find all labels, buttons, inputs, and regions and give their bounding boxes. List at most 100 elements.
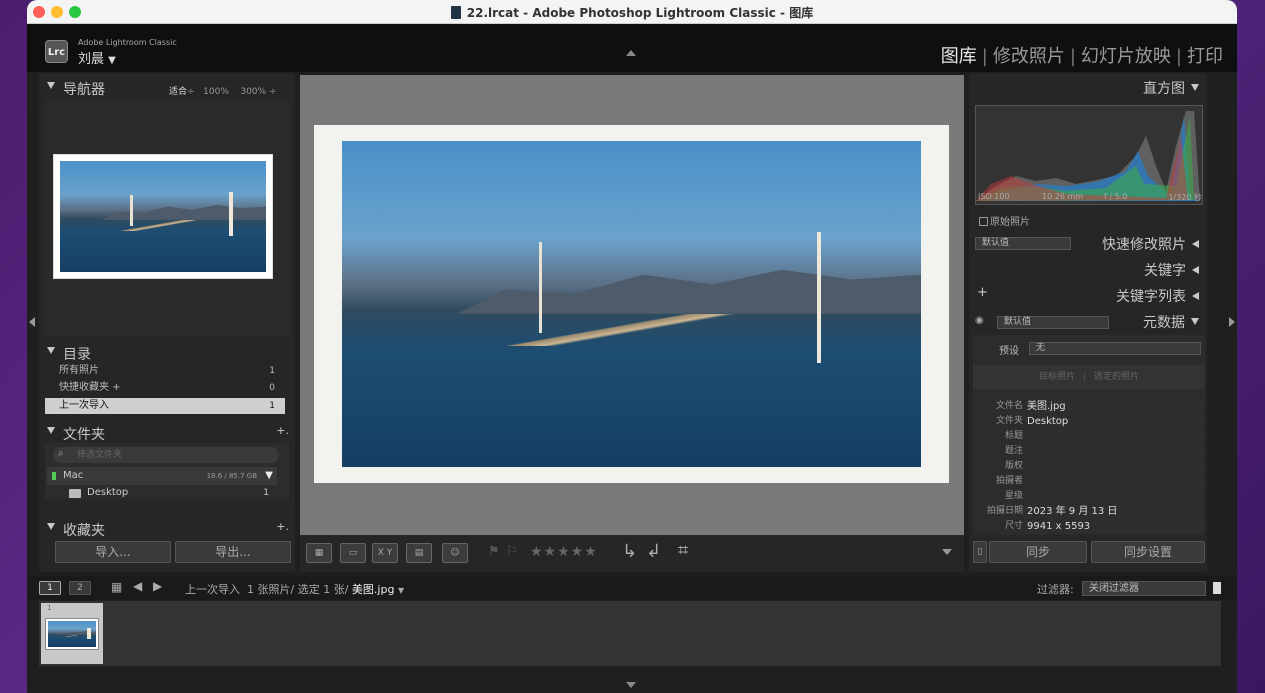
metadata-target-row[interactable]: 目标照片 | 选定的照片 [973,365,1205,389]
metadata-field-label: 文件名 [995,401,1023,411]
module-separator: | [1175,46,1182,67]
flag-icon[interactable]: ⚑ [488,544,500,559]
right-panel-toggle-icon[interactable] [1229,317,1235,327]
top-panel-toggle-icon[interactable] [626,50,636,56]
original-photo-toggle[interactable]: 原始照片 [979,213,1030,228]
metadata-field-value[interactable] [1025,445,1203,458]
metadata-preset-dropdown[interactable]: 无 [1029,342,1201,355]
filmstrip-source: 上一次导入 [185,583,240,596]
rotate-left-icon[interactable]: ↳ [622,541,637,562]
survey-view-icon[interactable]: ▤ [406,543,432,563]
filter-label: 过滤器: [1037,583,1074,596]
bottom-panel-toggle-icon[interactable] [626,682,636,688]
target-photo-option[interactable]: 目标照片 [1039,372,1075,382]
zoom-fit-spinner-icon[interactable]: ÷ [187,87,195,97]
zoom-300-option[interactable]: 300% [240,87,266,97]
metadata-field-value[interactable]: 美图.jpg [1025,400,1203,413]
star-rating-icon[interactable]: ★★★★★ [530,544,598,560]
export-button[interactable]: 导出... [175,541,291,563]
sync-settings-button[interactable]: 同步设置 [1091,541,1205,563]
collections-title: 收藏夹 [63,523,105,539]
left-panel-toggle-icon[interactable] [29,317,35,327]
module-library[interactable]: 图库 [941,46,977,67]
keywording-header[interactable]: 关键字 [1144,260,1199,280]
back-arrow-icon[interactable]: ◀ [133,579,142,593]
filter-select[interactable]: 关闭过滤器 [1082,581,1206,596]
module-separator: | [981,46,988,67]
keyword-list-title: 关键字列表 [1116,289,1186,305]
metadata-field-value[interactable] [1025,460,1203,473]
forward-arrow-icon[interactable]: ▶ [153,579,162,593]
metadata-preset-select[interactable]: 默认值 [997,316,1109,329]
collections-header[interactable]: 收藏夹 +. [39,517,295,539]
metadata-field-value[interactable]: Desktop [1025,415,1203,428]
grid-icon[interactable]: ▦ [111,580,122,594]
primary-window-button[interactable]: 1 [39,581,61,595]
people-view-icon[interactable]: ☺ [442,543,468,563]
module-picker: 图库 | 修改照片 | 幻灯片放映 | 打印 [941,42,1223,68]
identity-plate-user[interactable]: 刘晨 ▼ [78,48,116,67]
metadata-field-value[interactable]: 2023 年 9 月 13 日 [1025,505,1203,518]
metadata-field-row: 尺寸 9941 x 5593 [973,519,1211,534]
eye-icon[interactable]: ◉ [975,315,984,326]
loupe-view[interactable] [300,75,964,535]
keyword-list-header[interactable]: 关键字列表 [1116,286,1199,306]
catalog-item-quick-collection[interactable]: 快捷收藏夹 + 0 [45,380,285,396]
folder-row-desktop[interactable]: Desktop 1 [47,485,277,501]
quick-develop-preset-select[interactable]: 默认值 [975,237,1071,250]
grid-view-icon[interactable]: ▦ [306,543,332,563]
navigator-thumbnail[interactable] [53,154,273,279]
filmstrip: 1 [39,601,1221,666]
folders-header[interactable]: 文件夹 +. [39,421,295,443]
filter-lock-icon[interactable] [1213,582,1221,594]
rotate-right-icon[interactable]: ↲ [646,541,661,562]
zoom-300-spinner-icon[interactable]: ÷ [269,87,277,97]
compare-view-icon[interactable]: X Y [372,543,398,563]
volume-expand-icon[interactable]: ▼ [265,467,273,485]
filmstrip-source-info[interactable]: 上一次导入 1 张照片/ 选定 1 张/ 美图.jpg ▼ [185,581,404,597]
lrc-logo: Lrc [45,40,68,63]
filmstrip-thumbnail[interactable]: 1 [41,603,103,664]
loupe-view-icon[interactable]: ▭ [340,543,366,563]
toolbar-options-chevron-icon[interactable] [942,549,952,555]
catalog-item-label: 所有照片 [59,365,99,376]
add-folder-button[interactable]: +. [276,424,289,437]
catalog-item-all-photos[interactable]: 所有照片 1 [45,363,285,379]
module-print[interactable]: 打印 [1187,46,1223,67]
module-separator: | [1069,46,1076,67]
identity-plate-bar: Lrc Adobe Lightroom Classic 刘晨 ▼ 图库 | 修改照片… [27,24,1237,72]
histogram[interactable]: ISO 100 10.26 mm f / 5.0 1/320 秒 [975,105,1203,205]
navigator-header[interactable]: 导航器 适合÷ 100% 300% ÷ [39,76,295,98]
bridge-photo [342,141,921,467]
catalog-header[interactable]: 目录 [39,341,295,363]
module-slideshow[interactable]: 幻灯片放映 [1081,46,1171,67]
add-collection-button[interactable]: +. [276,520,289,533]
zoom-100-option[interactable]: 100% [203,87,229,97]
sync-button[interactable]: 同步 [989,541,1087,563]
selected-photos-option[interactable]: 选定的照片 [1094,372,1139,382]
module-develop[interactable]: 修改照片 [993,46,1065,67]
folder-search-input[interactable]: 筛选文件夹 [53,447,279,463]
sync-toggle-switch[interactable]: ▯ [973,541,987,563]
title-bar: 22.lrcat - Adobe Photoshop Lightroom Cla… [27,0,1237,24]
crop-overlay-icon[interactable]: ⌗ [678,540,688,561]
folders-title: 文件夹 [63,427,105,443]
metadata-field-label: 拍摄日期 [986,506,1023,516]
library-toolbar: ▦ ▭ X Y ▤ ☺ ⚑ ⚐ ★★★★★ ↳ ↲ ⌗ [300,535,964,572]
zoom-fit-option[interactable]: 适合 [169,87,187,97]
secondary-window-button[interactable]: 2 [69,581,91,595]
metadata-field-value[interactable] [1025,490,1203,503]
histogram-header[interactable]: 直方图 [1143,78,1199,98]
quick-develop-header[interactable]: 快速修改照片 [1102,234,1199,254]
volume-row[interactable]: Mac 18.6 / 85.7 GB ▼ [47,467,277,485]
metadata-field-value[interactable]: 9941 x 5593 [1025,520,1203,533]
import-button[interactable]: 导入... [55,541,171,563]
add-keyword-button[interactable]: + [977,285,988,300]
focal-length: 10.26 mm [1042,192,1084,201]
navigator-preview[interactable] [45,100,291,337]
reject-flag-icon[interactable]: ⚐ [506,544,518,559]
catalog-item-previous-import[interactable]: 上一次导入 1 [45,398,285,414]
metadata-header[interactable]: 元数据 [1143,312,1199,332]
metadata-field-value[interactable] [1025,430,1203,443]
metadata-field-value[interactable] [1025,475,1203,488]
